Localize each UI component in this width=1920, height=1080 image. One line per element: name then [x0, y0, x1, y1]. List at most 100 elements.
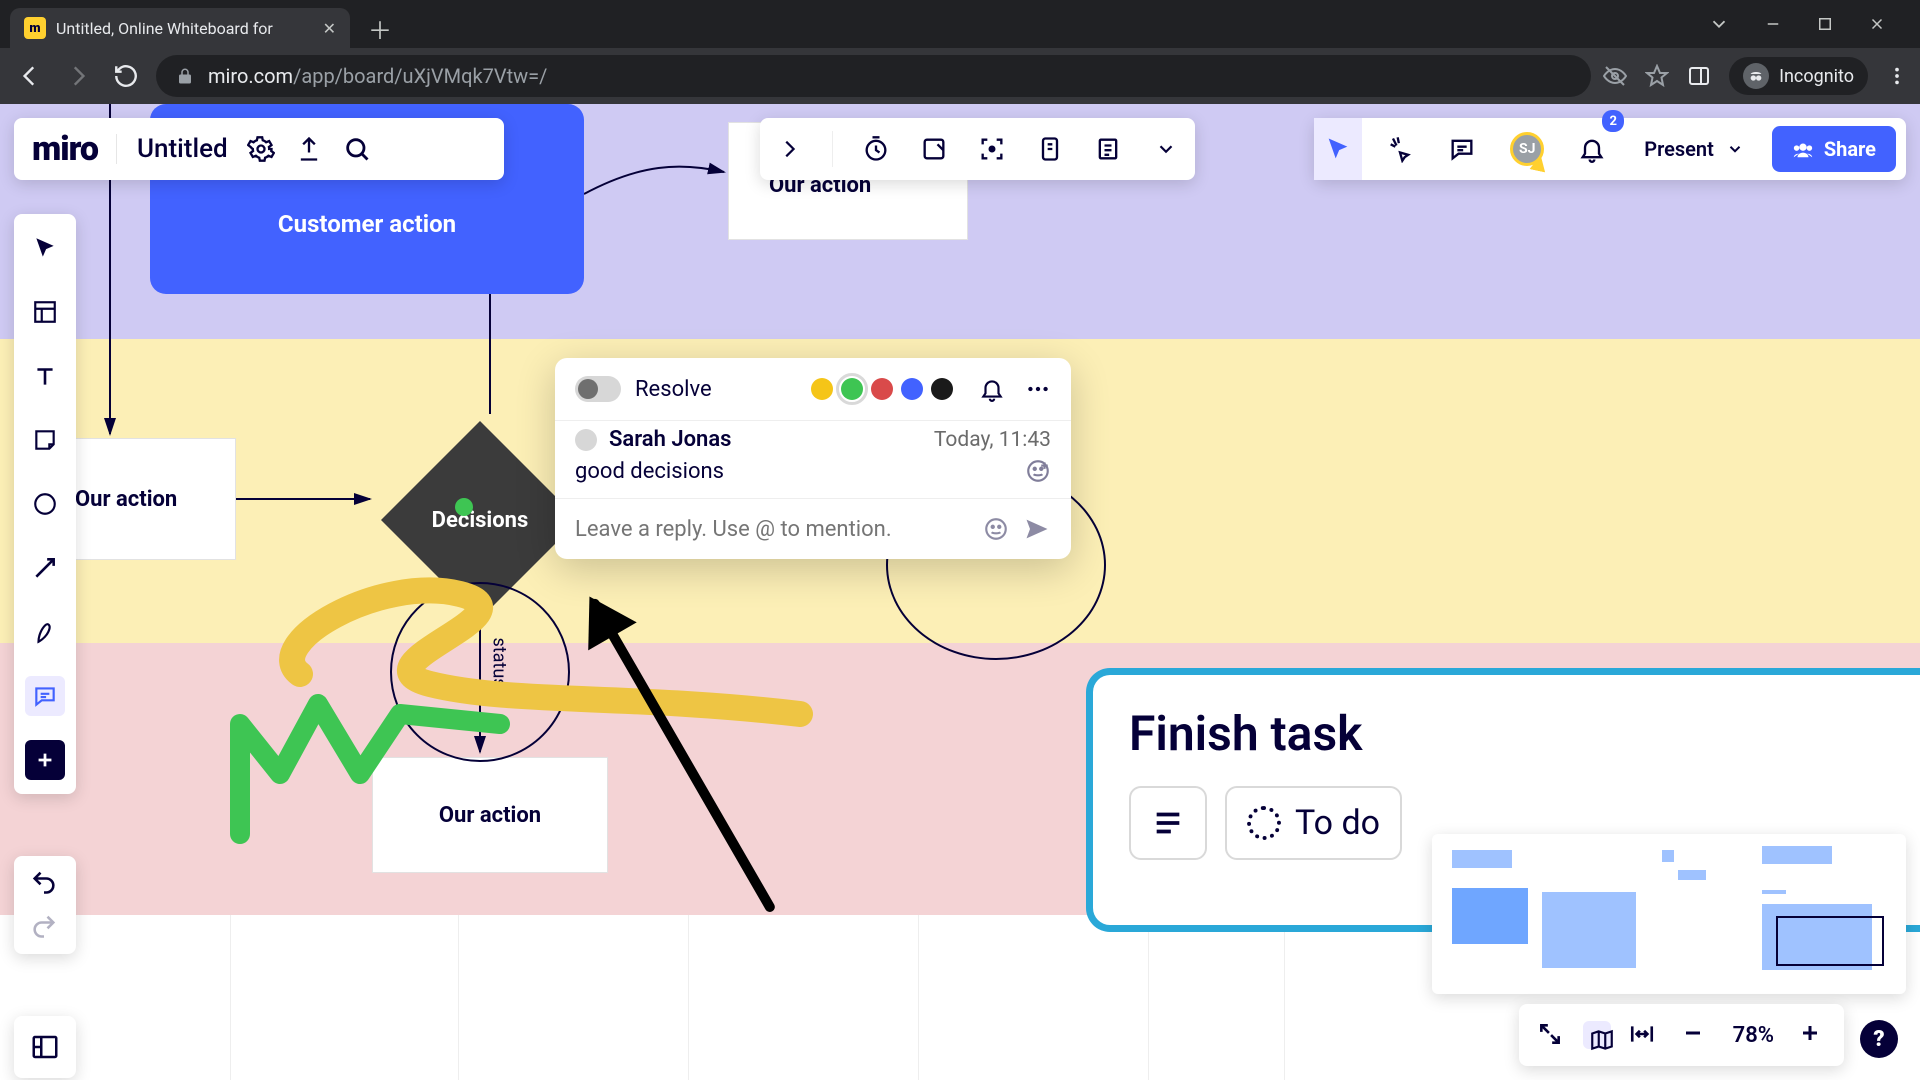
task-description-button[interactable] — [1129, 786, 1207, 860]
tab-title: Untitled, Online Whiteboard for — [56, 19, 273, 38]
reactions-button[interactable] — [1376, 118, 1424, 180]
zoom-in-button[interactable] — [1798, 1021, 1826, 1049]
undo-button[interactable] — [30, 868, 60, 898]
url-text: miro.com/app/board/uXjVMqk7Vtw=/ — [208, 64, 547, 88]
task-status-button[interactable]: To do — [1225, 786, 1402, 860]
forward-button[interactable] — [60, 58, 96, 94]
notifications-button[interactable]: 2 — [1568, 118, 1616, 180]
color-dot-blue[interactable] — [901, 378, 923, 400]
eye-off-icon[interactable] — [1603, 64, 1627, 88]
url-input[interactable]: miro.com/app/board/uXjVMqk7Vtw=/ — [156, 55, 1591, 97]
reply-input[interactable] — [575, 517, 969, 542]
search-icon[interactable] — [342, 134, 372, 164]
shape-circle[interactable] — [390, 582, 570, 762]
chevron-down-icon[interactable] — [1151, 134, 1181, 164]
zoom-level[interactable]: 78% — [1733, 1023, 1774, 1048]
estimation-icon[interactable] — [1035, 134, 1065, 164]
color-dot-black[interactable] — [931, 378, 953, 400]
more-icon[interactable] — [1025, 376, 1051, 402]
board-header: miro Untitled — [14, 118, 504, 180]
chevron-right-icon[interactable] — [774, 134, 804, 164]
cursor-tool[interactable] — [1314, 118, 1362, 180]
select-tool[interactable] — [25, 228, 65, 268]
zoom-out-button[interactable] — [1681, 1021, 1709, 1049]
side-panel-icon[interactable] — [1687, 64, 1711, 88]
bell-icon[interactable] — [979, 376, 1005, 402]
comment-color-picker — [811, 378, 953, 400]
comment-author: Sarah Jonas — [609, 427, 731, 452]
comment-tool[interactable] — [25, 676, 65, 716]
text-tool[interactable] — [25, 356, 65, 396]
minimap[interactable] — [1432, 834, 1906, 994]
reload-button[interactable] — [108, 58, 144, 94]
export-icon[interactable] — [294, 134, 324, 164]
board-title[interactable]: Untitled — [116, 134, 228, 164]
miro-logo[interactable]: miro — [32, 129, 98, 169]
maximize-icon[interactable] — [1816, 15, 1834, 33]
comment-time: Today, 11:43 — [934, 428, 1051, 452]
back-button[interactable] — [12, 58, 48, 94]
send-icon[interactable] — [1023, 515, 1051, 543]
bookmark-star-icon[interactable] — [1645, 64, 1669, 88]
miro-canvas-viewport[interactable]: status status Customer action Our action… — [0, 104, 1920, 1080]
task-status-label: To do — [1295, 803, 1380, 843]
add-reaction-icon[interactable] — [1025, 458, 1051, 484]
status-spinner-icon — [1247, 806, 1281, 840]
timer-icon[interactable] — [861, 134, 891, 164]
resolve-toggle[interactable] — [575, 376, 621, 402]
add-tool[interactable] — [25, 740, 65, 780]
resolve-label: Resolve — [635, 377, 712, 402]
shape-tool[interactable] — [25, 484, 65, 524]
shape-our-action[interactable]: Our action — [372, 757, 608, 873]
lock-icon — [176, 67, 194, 85]
top-right-toolbar: SJ 2 Present Share — [1314, 118, 1906, 180]
chat-button[interactable] — [1438, 118, 1486, 180]
note-icon[interactable] — [1093, 134, 1123, 164]
color-dot-red[interactable] — [871, 378, 893, 400]
fit-width-icon[interactable] — [1629, 1021, 1657, 1049]
focus-mode-icon[interactable] — [977, 134, 1007, 164]
kebab-menu-icon[interactable] — [1886, 65, 1908, 87]
window-controls — [1708, 0, 1920, 48]
task-title: Finish task — [1129, 705, 1884, 762]
color-dot-yellow[interactable] — [811, 378, 833, 400]
fullscreen-icon[interactable] — [1537, 1021, 1565, 1049]
user-avatar[interactable]: SJ — [1500, 118, 1554, 180]
avatar — [575, 429, 597, 451]
minimap-toggle[interactable] — [1583, 1021, 1611, 1049]
incognito-indicator[interactable]: Incognito — [1729, 57, 1868, 95]
comment-pin[interactable] — [455, 498, 473, 516]
incognito-icon — [1743, 63, 1769, 89]
pen-tool[interactable] — [25, 612, 65, 652]
drawn-arrow[interactable] — [588, 597, 777, 914]
redo-button[interactable] — [30, 912, 60, 942]
sticky-tool[interactable] — [25, 420, 65, 460]
undo-redo-panel — [14, 856, 76, 954]
notification-count: 2 — [1602, 110, 1624, 132]
browser-tab[interactable]: m Untitled, Online Whiteboard for ✕ — [10, 8, 350, 48]
left-toolbar — [14, 214, 76, 794]
browser-address-bar: miro.com/app/board/uXjVMqk7Vtw=/ Incogni… — [0, 48, 1920, 104]
color-dot-green[interactable] — [841, 378, 863, 400]
line-tool[interactable] — [25, 548, 65, 588]
settings-icon[interactable] — [246, 134, 276, 164]
voting-icon[interactable] — [919, 134, 949, 164]
comment-text: good decisions — [575, 459, 724, 484]
shape-our-action[interactable]: Our action — [62, 438, 236, 560]
close-window-icon[interactable] — [1868, 15, 1886, 33]
zoom-toolbar: 78% — [1519, 1004, 1844, 1066]
comment-popover: Resolve Sarah Jonas Today, 11:43 — [555, 358, 1071, 559]
new-tab-button[interactable]: ＋ — [362, 10, 398, 46]
emoji-icon[interactable] — [983, 516, 1009, 542]
tab-overflow-button[interactable] — [1708, 13, 1730, 35]
present-button[interactable]: Present — [1630, 118, 1758, 180]
share-button[interactable]: Share — [1772, 126, 1896, 172]
help-button[interactable]: ? — [1860, 1020, 1898, 1058]
miro-favicon: m — [24, 17, 46, 39]
minimize-icon[interactable] — [1764, 15, 1782, 33]
close-icon[interactable]: ✕ — [323, 19, 336, 38]
frames-panel-button[interactable] — [14, 1016, 76, 1078]
incognito-label: Incognito — [1779, 66, 1854, 87]
collab-toolbar — [760, 118, 1195, 180]
templates-tool[interactable] — [25, 292, 65, 332]
